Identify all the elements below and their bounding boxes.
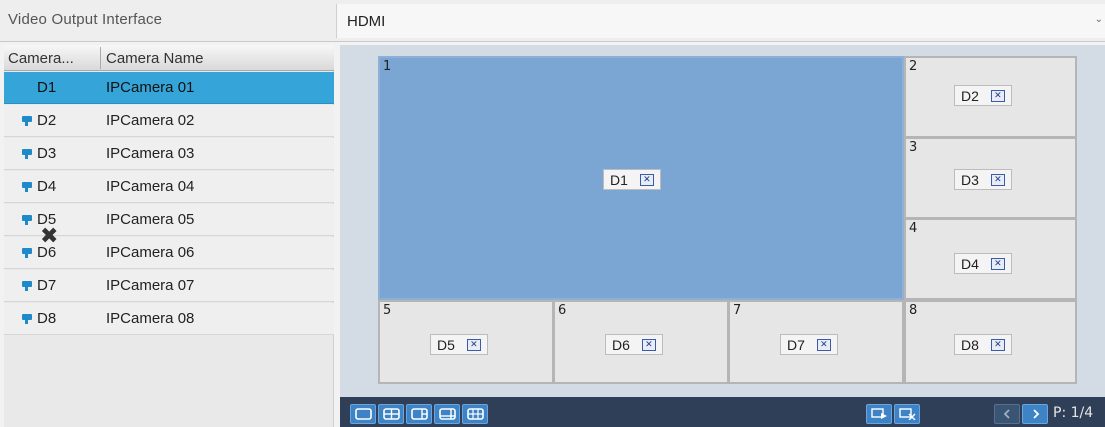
- camera-row-d7[interactable]: D7 IPCamera 07: [4, 270, 334, 302]
- camera-tag: D3 ✕: [954, 169, 1012, 190]
- page-indicator: P: 1/4: [1053, 405, 1094, 421]
- screen-play-icon: [871, 408, 887, 419]
- video-output-label: Video Output Interface: [8, 11, 163, 28]
- video-output-row: Video Output Interface HDMI ⌄: [0, 0, 1105, 42]
- column-header-camera[interactable]: Camera...: [8, 50, 74, 67]
- window-cell-5[interactable]: 5 D5 ✕: [378, 300, 554, 384]
- window-number: 7: [733, 303, 742, 318]
- camera-row-d2[interactable]: D2 IPCamera 02: [4, 105, 334, 137]
- camera-id: D7: [37, 277, 57, 294]
- camera-icon: [22, 314, 32, 324]
- layout-9-button[interactable]: [462, 404, 488, 424]
- camera-tag-label: D7: [787, 336, 805, 353]
- stop-live-view-button[interactable]: [894, 404, 920, 424]
- camera-row-d3[interactable]: D3 IPCamera 03: [4, 138, 334, 170]
- window-number: 1: [383, 59, 392, 74]
- camera-icon: [22, 215, 32, 225]
- camera-tag: D1 ✕: [603, 169, 661, 190]
- window-number: 8: [909, 303, 918, 318]
- window-number: 4: [909, 221, 918, 236]
- camera-row-d8[interactable]: D8 IPCamera 08: [4, 303, 334, 335]
- previous-page-button[interactable]: [994, 404, 1020, 424]
- camera-tag-label: D3: [961, 171, 979, 188]
- camera-tag: D2 ✕: [954, 85, 1012, 106]
- camera-id: D8: [37, 310, 57, 327]
- layout-eight-icon: [439, 408, 456, 420]
- video-output-select[interactable]: HDMI ⌄: [336, 4, 1105, 38]
- camera-id: D1: [37, 79, 57, 96]
- window-cell-8[interactable]: 8 D8 ✕: [904, 300, 1077, 384]
- camera-icon: [22, 116, 32, 126]
- chevron-down-icon: ⌄: [1094, 14, 1103, 25]
- close-icon[interactable]: ✕: [990, 257, 1005, 270]
- layout-six-icon: [411, 408, 428, 420]
- camera-tag: D8 ✕: [954, 334, 1012, 355]
- window-cell-6[interactable]: 6 D6 ✕: [553, 300, 729, 384]
- window-number: 2: [909, 59, 918, 74]
- mouse-cursor-icon: ✖: [40, 223, 59, 248]
- close-icon[interactable]: ✕: [466, 338, 481, 351]
- next-page-button[interactable]: [1022, 404, 1048, 424]
- start-live-view-button[interactable]: [866, 404, 892, 424]
- camera-list: Camera... Camera Name D1 IPCamera 01 D2 …: [4, 45, 334, 427]
- close-icon[interactable]: ✕: [990, 173, 1005, 186]
- camera-name: IPCamera 08: [106, 310, 195, 327]
- camera-name: IPCamera 05: [106, 211, 195, 228]
- camera-icon: [22, 182, 32, 192]
- chevron-right-icon: [1033, 409, 1040, 419]
- camera-tag-label: D8: [961, 336, 979, 353]
- camera-icon: [22, 248, 32, 258]
- close-icon[interactable]: ✕: [639, 173, 654, 186]
- camera-name: IPCamera 01: [106, 79, 195, 96]
- camera-tag: D4 ✕: [954, 253, 1012, 274]
- camera-name: IPCamera 06: [106, 244, 195, 261]
- camera-name: IPCamera 03: [106, 145, 195, 162]
- column-header-camera-name[interactable]: Camera Name: [106, 50, 204, 67]
- close-icon[interactable]: ✕: [990, 338, 1005, 351]
- camera-icon: [22, 149, 32, 159]
- camera-name: IPCamera 04: [106, 178, 195, 195]
- camera-tag-label: D2: [961, 87, 979, 104]
- camera-tag: D5 ✕: [430, 334, 488, 355]
- camera-tag-label: D1: [610, 171, 628, 188]
- window-cell-4[interactable]: 4 D4 ✕: [904, 218, 1077, 300]
- camera-tag-label: D5: [437, 336, 455, 353]
- camera-tag: D7 ✕: [780, 334, 838, 355]
- window-number: 3: [909, 140, 918, 155]
- window-number: 5: [383, 303, 392, 318]
- camera-name: IPCamera 02: [106, 112, 195, 129]
- column-divider[interactable]: [100, 47, 101, 69]
- camera-list-header: Camera... Camera Name: [4, 45, 334, 71]
- window-layout-area: 1 D1 ✕ 2 D2 ✕ 3 D3 ✕ 4 D4 ✕ 5 D5 ✕ 6 D6 …: [340, 45, 1105, 397]
- video-output-value: HDMI: [347, 13, 386, 30]
- camera-row-d1[interactable]: D1 IPCamera 01: [4, 72, 334, 104]
- chevron-left-icon: [1003, 409, 1010, 419]
- window-cell-7[interactable]: 7 D7 ✕: [728, 300, 904, 384]
- camera-tag-label: D6: [612, 336, 630, 353]
- layout-1-button[interactable]: [350, 404, 376, 424]
- camera-id: D3: [37, 145, 57, 162]
- camera-tag: D6 ✕: [605, 334, 663, 355]
- camera-row-d4[interactable]: D4 IPCamera 04: [4, 171, 334, 203]
- window-cell-3[interactable]: 3 D3 ✕: [904, 137, 1077, 219]
- screen-stop-icon: [899, 408, 916, 420]
- layout-single-icon: [355, 408, 372, 420]
- layout-6-button[interactable]: [406, 404, 432, 424]
- close-icon[interactable]: ✕: [641, 338, 656, 351]
- window-number: 6: [558, 303, 567, 318]
- layout-4-button[interactable]: [378, 404, 404, 424]
- camera-id: D4: [37, 178, 57, 195]
- close-icon[interactable]: ✕: [816, 338, 831, 351]
- close-icon[interactable]: ✕: [990, 89, 1005, 102]
- window-cell-2[interactable]: 2 D2 ✕: [904, 56, 1077, 138]
- camera-name: IPCamera 07: [106, 277, 195, 294]
- camera-id: D2: [37, 112, 57, 129]
- layout-toolbar: P: 1/4: [340, 397, 1105, 427]
- layout-8-button[interactable]: [434, 404, 460, 424]
- layout-quad-icon: [383, 408, 400, 420]
- layout-nine-icon: [467, 408, 484, 420]
- window-cell-1[interactable]: 1 D1 ✕: [378, 56, 904, 300]
- camera-tag-label: D4: [961, 255, 979, 272]
- camera-icon: [22, 281, 32, 291]
